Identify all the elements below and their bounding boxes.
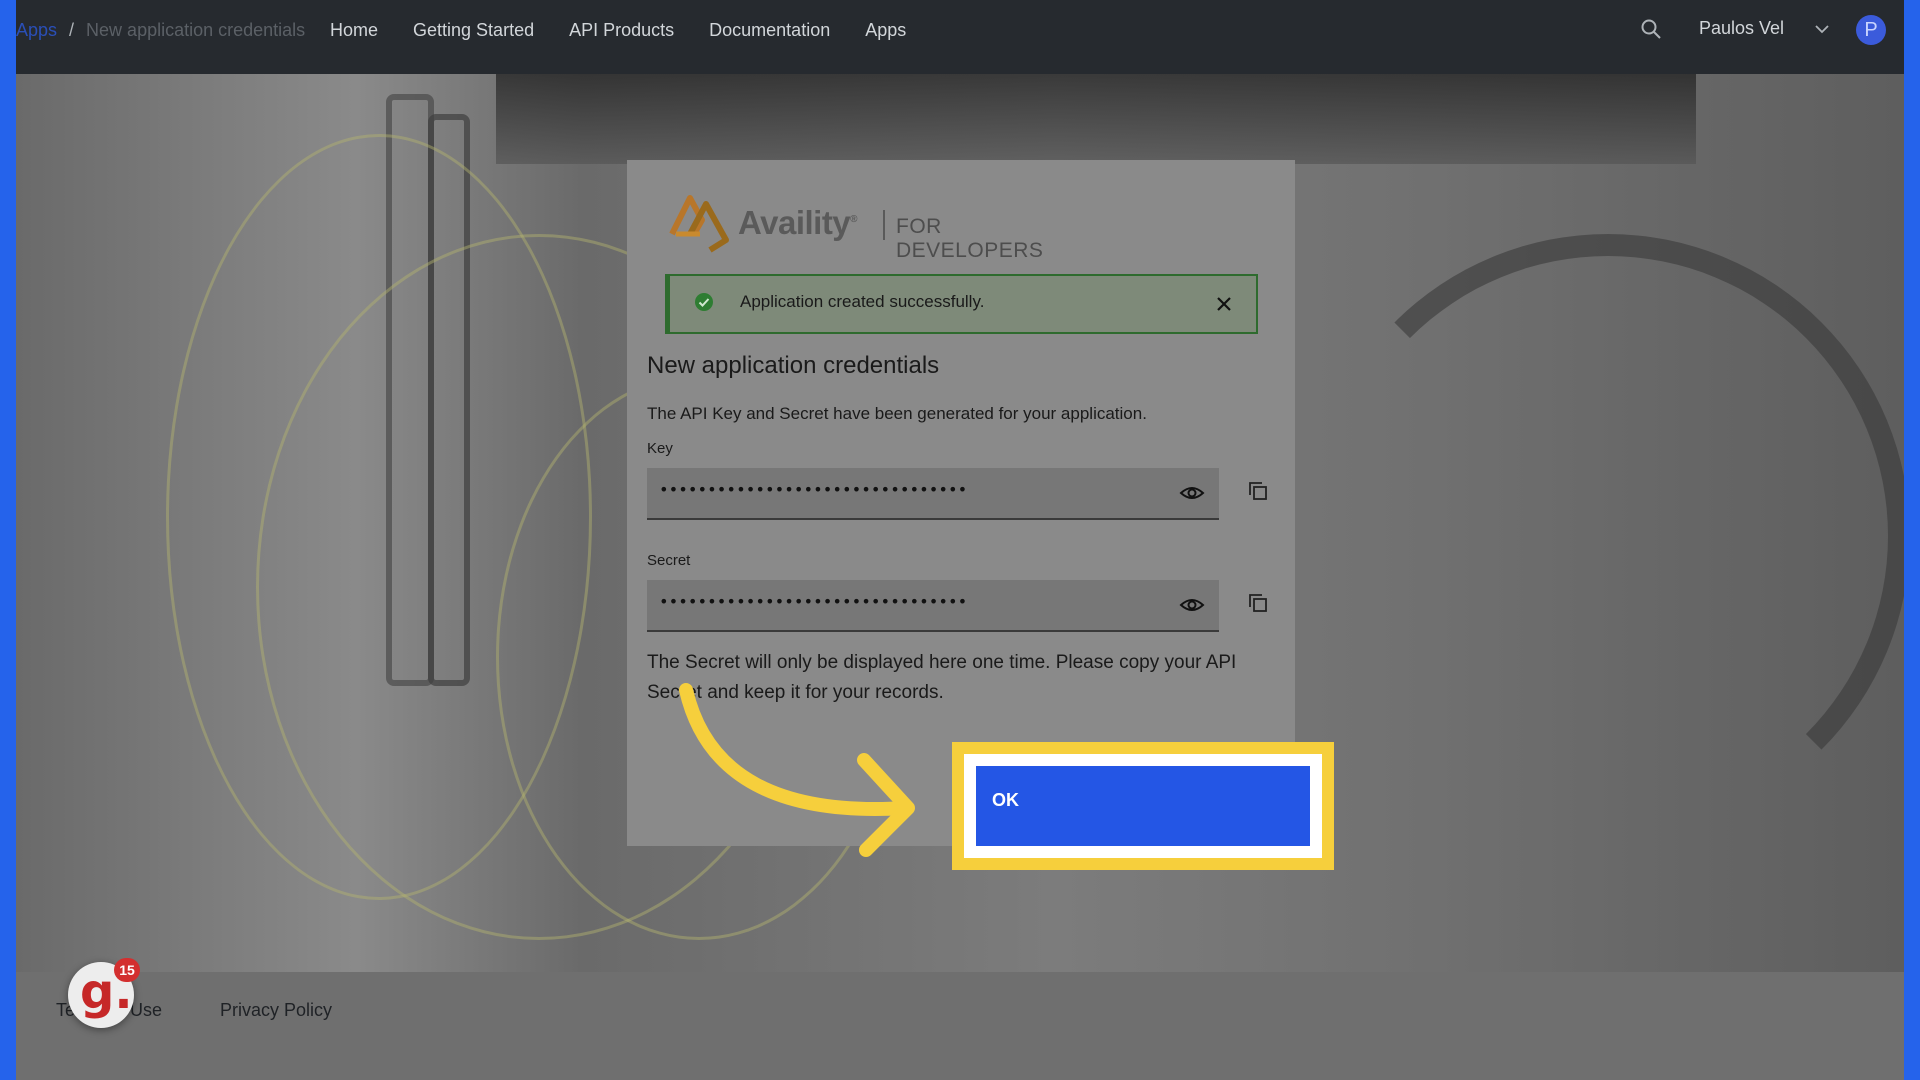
breadcrumb-current: New application credentials [86,20,305,40]
nav-item-apps[interactable]: Apps [865,20,906,41]
modal-title: New application credentials [647,352,939,380]
footer-privacy-link[interactable]: Privacy Policy [220,1000,332,1021]
breadcrumb-separator: / [69,20,74,40]
top-navigation-bar: Apps / New application credentials Home Ge… [16,0,1904,74]
success-alert: Application created successfully. [665,274,1258,334]
arrow-icon [676,680,936,860]
eye-icon[interactable] [1179,482,1205,504]
availity-logo: Availity® FOR DEVELOPERS [666,190,1086,254]
breadcrumb-link-apps[interactable]: Apps [16,20,57,40]
secret-value: •••••••••••••••••••••••••••••••• [659,592,967,611]
nav-item-api-products[interactable]: API Products [569,20,674,41]
key-label: Key [647,440,673,457]
key-value: •••••••••••••••••••••••••••••••• [659,480,967,499]
copy-key-icon[interactable] [1247,480,1269,502]
user-menu-name[interactable]: Paulos Vel [1699,18,1784,39]
modal-description: The API Key and Secret have been generat… [647,404,1147,424]
chevron-down-icon[interactable] [1813,20,1831,38]
check-circle-icon [694,292,714,312]
nav-item-documentation[interactable]: Documentation [709,20,830,41]
logo-subtitle: FOR DEVELOPERS [896,215,1086,263]
secret-field[interactable]: •••••••••••••••••••••••••••••••• [647,580,1219,632]
close-icon[interactable] [1214,294,1234,314]
key-field[interactable]: •••••••••••••••••••••••••••••••• [647,468,1219,520]
secret-label: Secret [647,552,690,569]
page-frame: Apps / New application credentials Home Ge… [16,0,1904,1080]
alert-message: Application created successfully. [740,292,984,312]
notification-count-badge: 15 [114,958,140,982]
nav-item-getting-started[interactable]: Getting Started [413,20,534,41]
avatar[interactable]: P [1856,15,1886,45]
nav-item-home[interactable]: Home [330,20,378,41]
ok-button-highlight: OK [952,742,1334,870]
copy-secret-icon[interactable] [1247,592,1269,614]
search-icon[interactable] [1640,18,1662,40]
footer: Terms of Use Privacy Policy [16,972,1904,1080]
ok-button[interactable]: OK [976,766,1310,846]
guidde-badge[interactable]: g. 15 [68,962,134,1028]
breadcrumb: Apps / New application credentials [16,20,305,41]
main-nav: Home Getting Started API Products Docume… [330,20,906,41]
availity-logo-icon [666,190,732,254]
logo-brand-text: Availity® [738,204,857,242]
eye-icon[interactable] [1179,594,1205,616]
